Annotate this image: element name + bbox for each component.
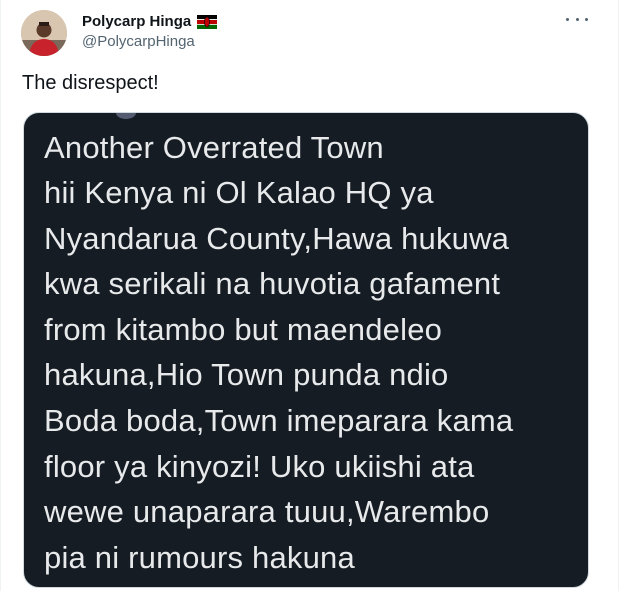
media-text-line: pia ni rumours hakuna bbox=[44, 540, 355, 575]
dot bbox=[575, 17, 579, 21]
tweet-media-image[interactable]: Another Overrated Town hii Kenya ni Ol K… bbox=[23, 112, 589, 588]
media-text-line: wewe unaparara tuuu,Warembo bbox=[44, 494, 490, 529]
image-decoration bbox=[116, 113, 136, 119]
kenya-flag-icon bbox=[197, 14, 218, 29]
media-text-line: hakuna,Hio Town punda ndio bbox=[44, 357, 449, 392]
author-name-row[interactable]: Polycarp Hinga bbox=[82, 13, 218, 30]
media-text-line: floor ya kinyozi! Uko ukiishi ata bbox=[44, 449, 475, 484]
tweet-text: The disrespect! bbox=[22, 72, 159, 94]
avatar[interactable] bbox=[21, 10, 67, 56]
media-text-line: hii Kenya ni Ol Kalao HQ ya bbox=[44, 175, 434, 210]
media-text-line: kwa serikali na huvotia gafament bbox=[44, 266, 501, 301]
media-text-line: Boda boda,Town imeparara kama bbox=[44, 403, 514, 438]
avatar-image bbox=[21, 10, 67, 56]
media-text-line: Nyandarua County,Hawa hukuwa bbox=[44, 221, 510, 256]
author-display-name[interactable]: Polycarp Hinga bbox=[82, 13, 191, 30]
media-text-line: from kitambo but maendeleo bbox=[44, 312, 443, 347]
author-handle[interactable]: @PolycarpHinga bbox=[82, 33, 195, 50]
tweet-container: Polycarp Hinga @PolycarpHinga The disres… bbox=[0, 0, 619, 591]
dot bbox=[585, 17, 588, 21]
media-text-line: Another Overrated Town bbox=[44, 130, 384, 165]
more-options-icon[interactable] bbox=[566, 12, 588, 26]
dot bbox=[566, 17, 569, 21]
